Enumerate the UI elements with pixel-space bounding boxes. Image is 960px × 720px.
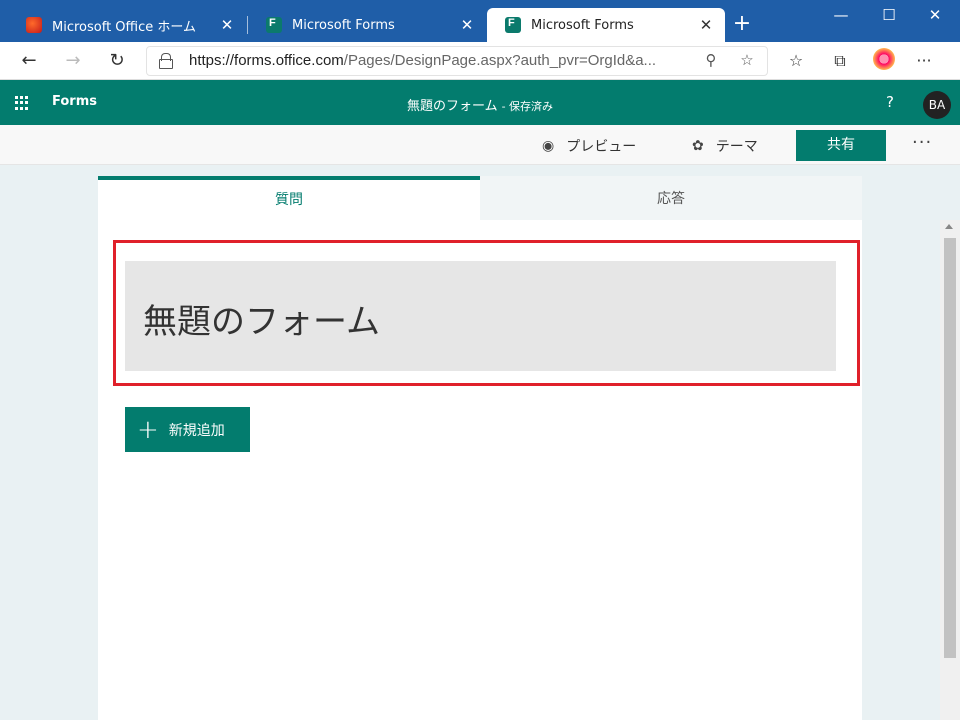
new-tab-icon[interactable]: + <box>730 12 754 36</box>
help-icon[interactable]: ? <box>886 93 894 111</box>
share-button[interactable]: 共有 <box>796 130 886 161</box>
forms-icon <box>505 17 521 33</box>
browser-tab-forms-active[interactable]: Microsoft Forms ✕ <box>487 8 725 42</box>
browser-tab-strip: Microsoft Office ホーム ✕ Microsoft Forms ✕… <box>0 0 960 42</box>
saved-status: - 保存済み <box>501 100 554 113</box>
url-field[interactable]: https://forms.office.com/Pages/DesignPag… <box>146 46 768 76</box>
preview-button[interactable]: ◉ プレビュー <box>542 136 636 156</box>
url-text[interactable]: https://forms.office.com/Pages/DesignPag… <box>189 52 656 69</box>
scroll-up-icon[interactable] <box>945 224 953 229</box>
form-title-text: 無題のフォーム <box>143 302 380 342</box>
preview-label: プレビュー <box>566 139 637 155</box>
browser-profile-avatar[interactable] <box>873 48 895 70</box>
add-new-label: 新規追加 <box>168 422 225 439</box>
eye-icon: ◉ <box>542 138 555 154</box>
document-title: 無題のフォーム - 保存済み <box>406 99 554 114</box>
office-icon <box>26 17 42 33</box>
address-bar: ← → ↻ https://forms.office.com/Pages/Des… <box>0 42 960 80</box>
refresh-icon[interactable]: ↻ <box>104 49 130 73</box>
vertical-scrollbar[interactable] <box>940 220 960 720</box>
close-icon[interactable]: ✕ <box>218 16 236 34</box>
palette-icon: ✿ <box>692 138 704 154</box>
form-design-card: 質問 応答 無題のフォーム + 新規追加 <box>98 176 862 720</box>
close-icon[interactable]: ✕ <box>458 16 476 34</box>
forward-icon[interactable]: → <box>60 49 86 73</box>
tab-title: Microsoft Office ホーム <box>52 19 196 35</box>
theme-button[interactable]: ✿ テーマ <box>692 136 758 156</box>
settings-more-icon[interactable]: ··· <box>912 51 936 70</box>
favorite-star-icon[interactable]: ☆ <box>736 51 758 69</box>
user-avatar[interactable]: BA <box>923 91 951 119</box>
collections-icon[interactable]: ⧉ <box>828 51 852 71</box>
favorites-icon[interactable]: ☆ <box>784 51 808 70</box>
more-options-icon[interactable]: ··· <box>912 132 932 153</box>
tab-responses[interactable]: 応答 <box>480 176 862 220</box>
tab-questions[interactable]: 質問 <box>98 176 480 220</box>
zoom-icon[interactable]: ⚲ <box>700 51 722 69</box>
forms-icon <box>266 17 282 33</box>
browser-tab-office-home[interactable]: Microsoft Office ホーム ✕ <box>8 8 246 42</box>
form-tabs: 質問 応答 <box>98 176 862 220</box>
tab-title: Microsoft Forms <box>292 17 395 33</box>
command-bar: ◉ プレビュー ✿ テーマ 共有 ··· <box>0 125 960 165</box>
browser-tab-forms[interactable]: Microsoft Forms ✕ <box>248 8 486 42</box>
close-icon[interactable]: ✕ <box>697 16 715 34</box>
plus-icon: + <box>137 414 159 445</box>
tab-title: Microsoft Forms <box>531 17 634 33</box>
window-close-icon[interactable]: ✕ <box>920 6 950 24</box>
scrollbar-thumb[interactable] <box>944 238 956 658</box>
minimize-icon[interactable]: — <box>826 6 856 24</box>
lock-icon <box>159 53 173 69</box>
maximize-icon[interactable]: ☐ <box>874 6 904 24</box>
back-icon[interactable]: ← <box>16 49 42 73</box>
theme-label: テーマ <box>715 139 758 155</box>
forms-app-bar: Forms 無題のフォーム - 保存済み ? <box>0 80 960 125</box>
form-title-field[interactable]: 無題のフォーム <box>125 261 836 371</box>
add-new-button[interactable]: + 新規追加 <box>125 407 250 452</box>
